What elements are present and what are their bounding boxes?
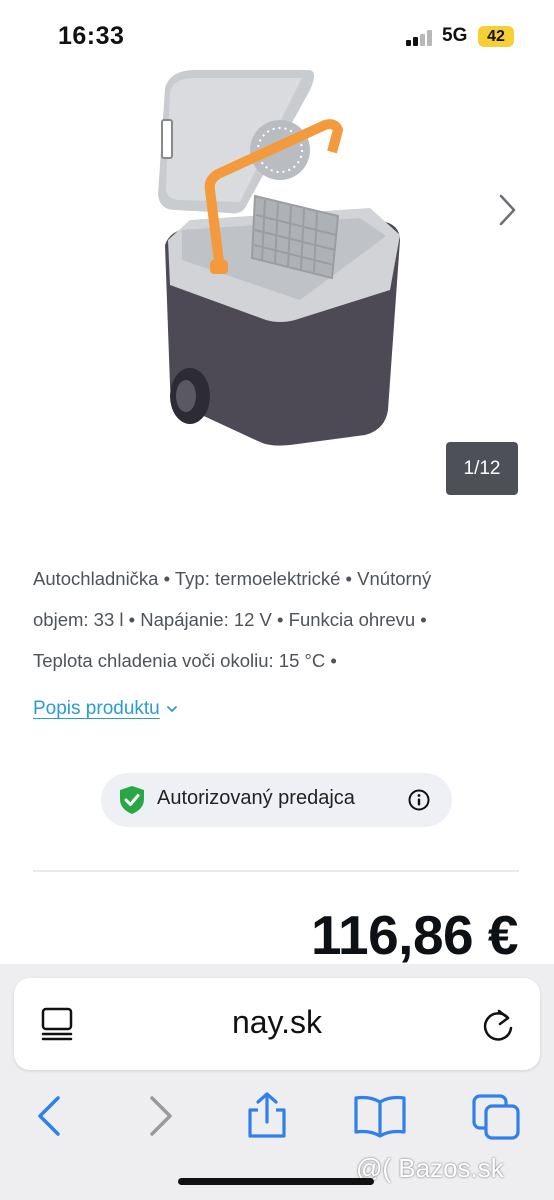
address-bar[interactable]: nay.sk — [14, 978, 540, 1070]
description-line: Autochladnička • Typ: termoelektrické • … — [33, 568, 432, 589]
authorized-dealer-label: Autorizovaný predajca — [157, 787, 355, 809]
back-icon[interactable] — [34, 1092, 64, 1140]
product-description-link[interactable]: Popis produktu — [33, 698, 178, 720]
watermark: @( Bazos.sk — [356, 1153, 504, 1183]
cellular-signal-icon — [406, 30, 434, 46]
status-time: 16:33 — [58, 22, 125, 50]
bookmarks-icon[interactable] — [352, 1092, 408, 1140]
divider — [33, 870, 519, 872]
chevron-down-icon — [166, 706, 177, 712]
reload-icon[interactable] — [480, 1006, 516, 1044]
product-description-link-label: Popis produktu — [33, 698, 160, 719]
description-line: objem: 33 l • Napájanie: 12 V • Funkcia … — [33, 609, 427, 630]
browser-chrome: nay.sk @( Bazos.sk — [0, 964, 554, 1200]
info-icon[interactable] — [408, 789, 430, 811]
chevron-right-icon[interactable] — [492, 190, 522, 230]
status-bar: 16:33 5G 42 — [0, 0, 554, 70]
network-type: 5G — [442, 25, 468, 46]
product-image[interactable] — [70, 70, 480, 470]
product-price: 116,86 € — [310, 904, 519, 966]
forward-icon[interactable] — [146, 1092, 176, 1140]
product-description: Autochladnička • Typ: termoelektrické • … — [33, 558, 533, 681]
tabs-icon[interactable] — [470, 1092, 522, 1140]
battery-icon: 42 — [478, 26, 514, 47]
product-gallery[interactable]: 1/12 — [0, 70, 554, 530]
share-icon[interactable] — [244, 1092, 290, 1140]
authorized-dealer-badge[interactable]: Autorizovaný predajca — [101, 773, 452, 827]
image-counter: 1/12 — [446, 442, 518, 495]
url-text[interactable]: nay.sk — [14, 1004, 540, 1041]
description-line: Teplota chladenia voči okoliu: 15 °C • — [33, 650, 337, 671]
home-indicator[interactable] — [178, 1178, 374, 1185]
shield-check-icon — [120, 786, 144, 814]
